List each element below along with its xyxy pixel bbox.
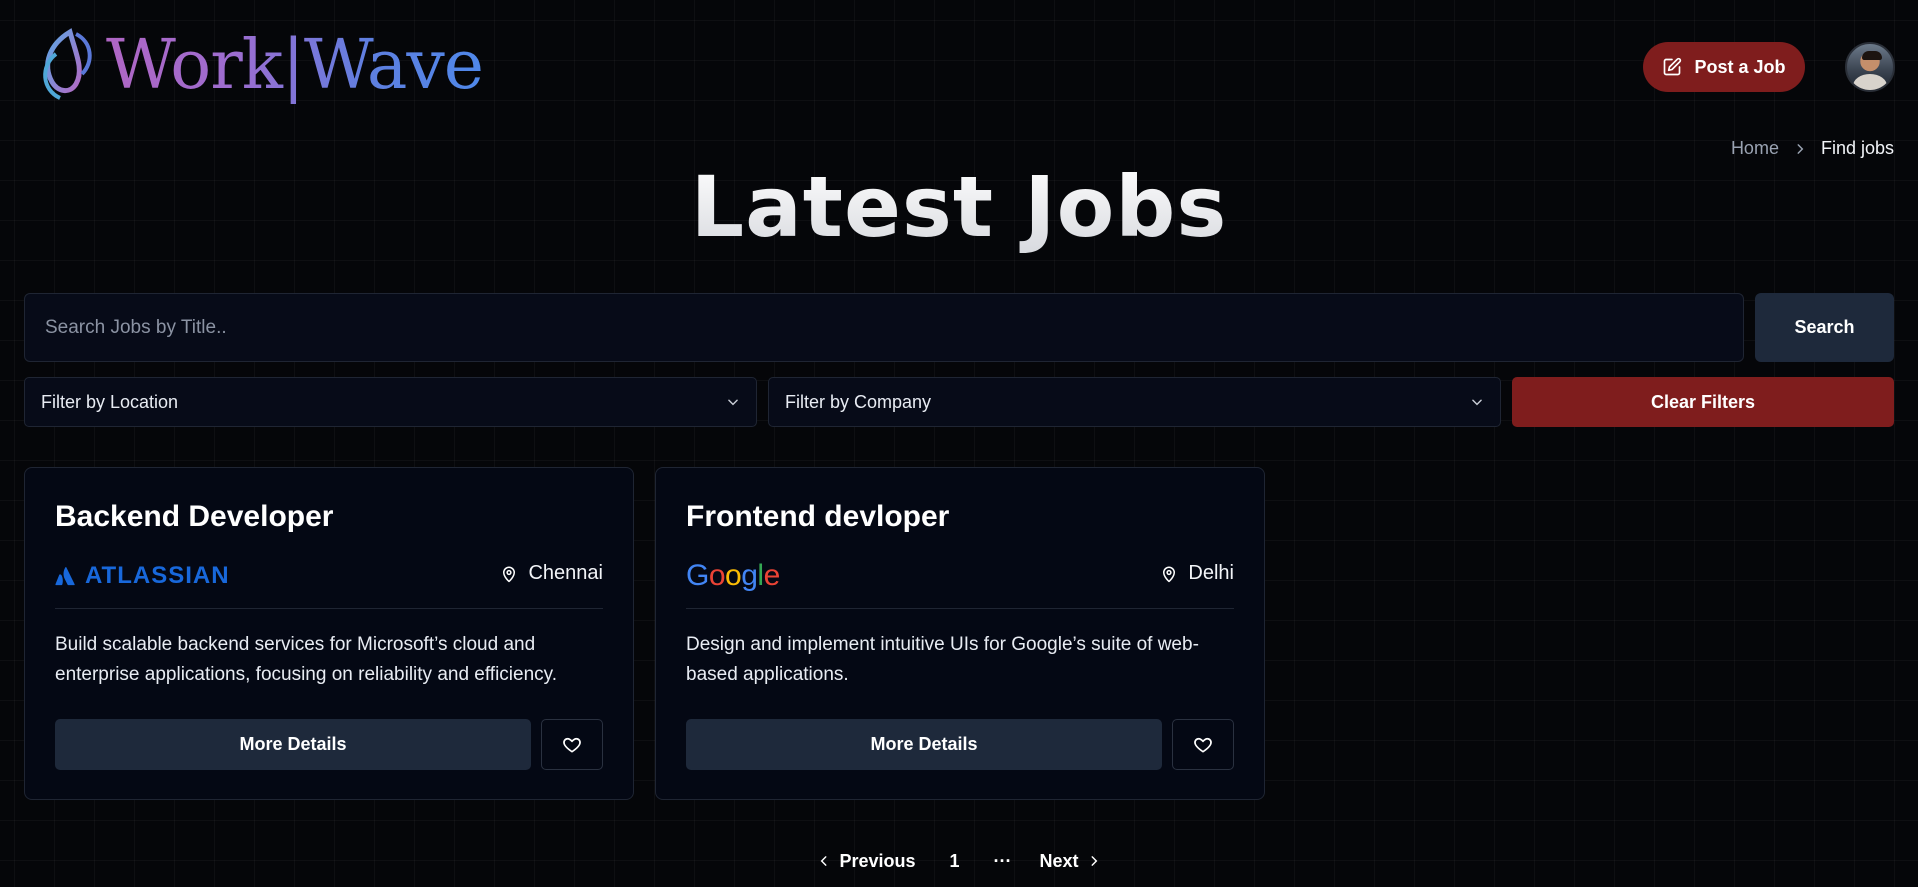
favorite-button[interactable]: [1172, 719, 1234, 770]
breadcrumb: Home Find jobs: [1731, 138, 1894, 159]
workwave-logo-icon: [43, 28, 92, 100]
job-title: Frontend devloper: [686, 500, 950, 533]
next-label: Next: [1039, 850, 1079, 871]
post-job-label: Post a Job: [1694, 56, 1786, 77]
job-description: Build scalable backend services for Micr…: [55, 634, 558, 685]
map-pin-icon: [503, 566, 516, 582]
previous-label: Previous: [839, 850, 916, 871]
avatar-shirt: [1853, 74, 1887, 90]
avatar-hair: [1862, 51, 1882, 60]
chevron-right-icon: [1797, 143, 1804, 154]
chevron-left-icon: [821, 856, 827, 866]
location-text: Chennai: [528, 562, 603, 584]
company-logo: ATLASSIAN: [55, 556, 230, 596]
company-logo: Google: [686, 556, 780, 596]
location-filter-label: Filter by Location: [41, 391, 179, 412]
breadcrumb-home[interactable]: Home: [1731, 138, 1779, 159]
heart-icon: [563, 737, 581, 752]
clear-filters-button[interactable]: Clear Filters: [1512, 377, 1894, 427]
favorite-button[interactable]: [541, 719, 603, 770]
job-location: Delhi: [1160, 562, 1234, 585]
job-description: Design and implement intuitive UIs for G…: [686, 634, 1199, 685]
page-number-button[interactable]: 1: [930, 851, 980, 872]
chevron-down-icon: [1472, 399, 1482, 406]
atlassian-logo: ATLASSIAN: [55, 562, 230, 590]
card-divider: [55, 608, 603, 609]
ellipsis-icon: ···: [993, 850, 1012, 871]
chevron-down-icon: [728, 399, 738, 406]
company-filter-select[interactable]: Filter by Company: [768, 377, 1501, 427]
chevron-right-icon: [1091, 856, 1097, 866]
heart-icon: [1194, 737, 1212, 752]
location-text: Delhi: [1188, 562, 1234, 584]
brand-name: Work|Wave: [106, 24, 484, 108]
brand-logo[interactable]: Work|Wave: [36, 24, 484, 108]
more-details-button[interactable]: More Details: [55, 719, 531, 770]
next-page-button[interactable]: Next: [1026, 851, 1115, 872]
page-number: 1: [949, 850, 960, 871]
atlassian-logo-icon: [55, 567, 75, 586]
more-details-button[interactable]: More Details: [686, 719, 1162, 770]
job-location: Chennai: [500, 562, 603, 585]
job-card: Backend Developer ATLASSIAN Chennai Buil…: [24, 467, 634, 800]
location-filter-select[interactable]: Filter by Location: [24, 377, 757, 427]
job-card: Frontend devloper Google Delhi Design an…: [655, 467, 1265, 800]
company-name: ATLASSIAN: [85, 562, 230, 589]
edit-icon: [1664, 57, 1682, 76]
pagination: Previous 1 ··· Next: [0, 846, 1918, 876]
post-job-button[interactable]: Post a Job: [1643, 42, 1805, 92]
search-input[interactable]: [24, 293, 1744, 362]
search-button[interactable]: Search: [1755, 293, 1894, 362]
page-title: Latest Jobs: [0, 158, 1918, 256]
card-divider: [686, 608, 1234, 609]
map-pin-icon: [1163, 566, 1176, 582]
job-title: Backend Developer: [55, 500, 334, 533]
google-logo: Google: [686, 559, 780, 592]
pagination-ellipsis: ···: [980, 851, 1026, 872]
user-avatar[interactable]: [1845, 42, 1895, 92]
previous-page-button[interactable]: Previous: [803, 851, 929, 872]
page: Work|Wave Post a Job Home Find jobs Late…: [0, 0, 1918, 887]
breadcrumb-current: Find jobs: [1820, 138, 1894, 158]
company-filter-label: Filter by Company: [785, 391, 932, 412]
